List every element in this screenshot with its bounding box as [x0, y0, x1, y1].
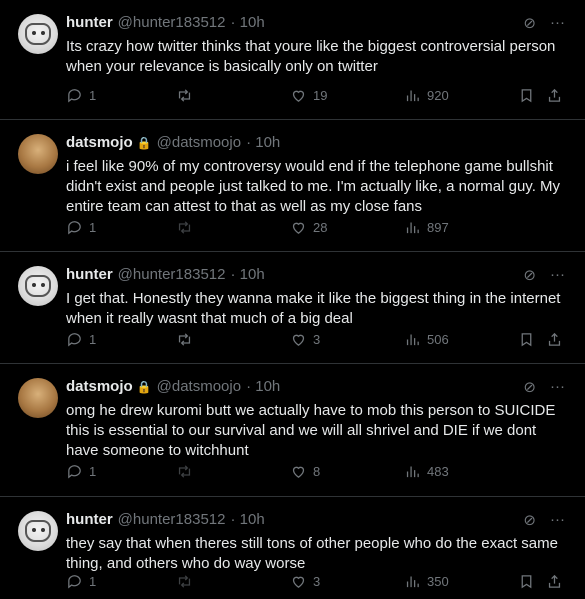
action-bar: 1 19 920	[66, 87, 571, 107]
reply-button[interactable]: 1	[66, 331, 96, 348]
tweet[interactable]: hunter @hunter183512 · 10h ⊘ ··· Its cra…	[0, 0, 585, 120]
retweet-button[interactable]	[176, 219, 193, 236]
thread-list: hunter @hunter183512 · 10h ⊘ ··· Its cra…	[0, 0, 585, 599]
heart-icon	[292, 466, 305, 478]
avatar[interactable]	[18, 14, 58, 54]
action-bar: 1 3 350	[66, 573, 571, 593]
tweet-text: Its crazy how twitter thinks that youre …	[66, 38, 556, 75]
reply-icon	[68, 465, 81, 479]
retweet-button[interactable]	[176, 463, 193, 480]
like-button[interactable]: 19	[290, 87, 327, 104]
views-icon	[406, 576, 419, 588]
reply-button[interactable]: 1	[66, 87, 96, 104]
handle[interactable]: @hunter183512	[118, 266, 226, 283]
bookmark-button[interactable]	[518, 87, 535, 104]
tweet[interactable]: datsmojo 🔒 @datsmoojo · 10h i feel like …	[0, 120, 585, 252]
share-icon	[548, 332, 561, 346]
reply-icon	[68, 89, 81, 103]
timestamp[interactable]: · 10h	[230, 266, 264, 283]
like-button[interactable]: 3	[290, 331, 320, 348]
display-name[interactable]: datsmojo	[66, 134, 133, 151]
reply-icon	[68, 333, 81, 347]
like-button[interactable]: 28	[290, 219, 327, 236]
action-bar: 1 8 483	[66, 463, 571, 483]
avatar[interactable]	[18, 266, 58, 306]
heart-icon	[292, 90, 305, 102]
share-button[interactable]	[546, 573, 563, 590]
like-button[interactable]: 3	[290, 573, 320, 590]
views-button[interactable]: 350	[404, 573, 449, 590]
like-button[interactable]: 8	[290, 463, 320, 480]
views-button[interactable]: 483	[404, 463, 449, 480]
bookmark-button[interactable]	[518, 331, 535, 348]
heart-icon	[292, 222, 305, 234]
avatar[interactable]	[18, 511, 58, 551]
tweet[interactable]: datsmojo 🔒 @datsmoojo · 10h ⊘ ··· omg he…	[0, 364, 585, 497]
tweet-text: omg he drew kuromi butt we actually have…	[66, 402, 556, 459]
heart-icon	[292, 576, 305, 588]
bookmark-icon	[521, 575, 532, 589]
more-horizontal-icon[interactable]: ···	[550, 378, 565, 396]
more-horizontal-icon[interactable]: ···	[550, 266, 565, 284]
handle[interactable]: @hunter183512	[118, 14, 226, 31]
lock-icon: 🔒	[136, 379, 152, 394]
reply-button[interactable]: 1	[66, 219, 96, 236]
bookmark-button[interactable]	[518, 573, 535, 590]
tweet-text: i feel like 90% of my controversy would …	[66, 158, 561, 215]
reply-button[interactable]: 1	[66, 573, 96, 590]
avatar[interactable]	[18, 134, 58, 174]
display-name[interactable]: hunter	[66, 511, 113, 528]
heart-icon	[292, 334, 305, 346]
lock-icon: 🔒	[136, 135, 152, 150]
tweet[interactable]: hunter @hunter183512 · 10h ⊘ ··· they sa…	[0, 497, 585, 599]
action-bar: 1 28 897	[66, 219, 571, 239]
reply-button[interactable]: 1	[66, 463, 96, 480]
views-button[interactable]: 506	[404, 331, 449, 348]
grok-icon[interactable]: ⊘	[523, 266, 536, 284]
views-icon	[406, 90, 419, 102]
bookmark-icon	[521, 89, 532, 103]
timestamp[interactable]: · 10h	[230, 14, 264, 31]
grok-icon[interactable]: ⊘	[523, 14, 536, 32]
views-icon	[406, 334, 419, 346]
views-icon	[406, 466, 419, 478]
action-bar: 1 3 506	[66, 331, 571, 351]
share-button[interactable]	[546, 331, 563, 348]
handle[interactable]: @datsmoojo	[157, 378, 241, 395]
tweet[interactable]: hunter @hunter183512 · 10h ⊘ ··· I get t…	[0, 252, 585, 364]
display-name[interactable]: hunter	[66, 14, 113, 31]
more-horizontal-icon[interactable]: ···	[550, 14, 565, 32]
timestamp[interactable]: · 10h	[230, 511, 264, 528]
share-icon	[548, 574, 561, 588]
handle[interactable]: @datsmoojo	[157, 134, 241, 151]
retweet-icon	[178, 89, 191, 102]
display-name[interactable]: datsmojo	[66, 378, 133, 395]
retweet-button[interactable]	[176, 331, 193, 348]
retweet-button[interactable]	[176, 87, 193, 104]
avatar[interactable]	[18, 378, 58, 418]
grok-icon[interactable]: ⊘	[523, 511, 536, 529]
reply-icon	[68, 221, 81, 235]
views-icon	[406, 222, 419, 234]
retweet-icon	[178, 333, 191, 346]
retweet-icon	[178, 221, 191, 234]
handle[interactable]: @hunter183512	[118, 511, 226, 528]
share-button[interactable]	[546, 87, 563, 104]
tweet-text: they say that when theres still tons of …	[66, 535, 558, 572]
timestamp[interactable]: · 10h	[246, 134, 280, 151]
tweet-text: I get that. Honestly they wanna make it …	[66, 290, 561, 327]
retweet-icon	[178, 465, 191, 478]
grok-icon[interactable]: ⊘	[523, 378, 536, 396]
views-button[interactable]: 897	[404, 219, 449, 236]
views-button[interactable]: 920	[404, 87, 449, 104]
bookmark-icon	[521, 333, 532, 347]
retweet-button[interactable]	[176, 573, 193, 590]
share-icon	[548, 88, 561, 102]
display-name[interactable]: hunter	[66, 266, 113, 283]
reply-icon	[68, 575, 81, 589]
more-horizontal-icon[interactable]: ···	[550, 511, 565, 529]
retweet-icon	[178, 575, 191, 588]
timestamp[interactable]: · 10h	[246, 378, 280, 395]
